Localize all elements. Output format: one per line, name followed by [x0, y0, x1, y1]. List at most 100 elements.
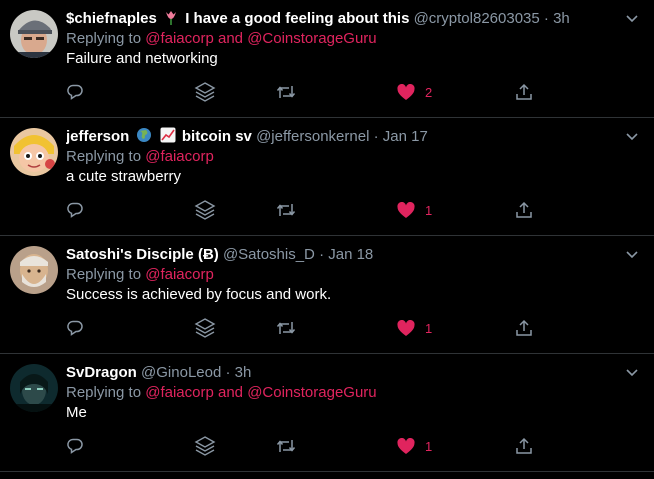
retweet-button[interactable]: [276, 316, 296, 340]
tweet-text: Failure and networking: [66, 50, 218, 67]
tweet-actions: 1: [0, 434, 654, 458]
reply-button[interactable]: [66, 80, 84, 104]
share-icon: [515, 319, 533, 337]
chevron-down-icon[interactable]: [624, 246, 640, 262]
heart-icon: [397, 437, 415, 455]
separator-dot: ·: [319, 246, 325, 263]
share-button[interactable]: [515, 80, 533, 104]
and-text: and: [217, 384, 244, 401]
stack-button[interactable]: [194, 316, 216, 340]
timestamp[interactable]: 3h: [553, 10, 570, 27]
layers-icon: [194, 81, 216, 103]
avatar[interactable]: [10, 128, 58, 176]
retweet-button[interactable]: [276, 198, 296, 222]
stack-button[interactable]: [194, 434, 216, 458]
and-text: and: [217, 30, 244, 47]
like-button[interactable]: 1: [397, 316, 432, 340]
avatar[interactable]: [10, 364, 58, 412]
display-name[interactable]: $chiefnaples: [66, 10, 157, 27]
mention-link[interactable]: @CoinstorageGuru: [247, 384, 376, 401]
stack-button[interactable]: [194, 198, 216, 222]
tweet-header: $chiefnaples I have a good feeling about…: [66, 9, 614, 29]
reply-button[interactable]: [66, 434, 84, 458]
retweet-button[interactable]: [276, 434, 296, 458]
avatar[interactable]: [10, 246, 58, 294]
chart-up-emoji: [160, 127, 176, 143]
share-button[interactable]: [515, 434, 533, 458]
replying-prefix: Replying to: [66, 30, 142, 47]
share-icon: [515, 437, 533, 455]
display-name-suffix[interactable]: bitcoin sv: [182, 128, 252, 145]
user-handle[interactable]: @jeffersonkernel: [256, 128, 369, 145]
reply-button[interactable]: [66, 316, 84, 340]
tweet-actions: 1: [0, 316, 654, 340]
timestamp[interactable]: Jan 18: [328, 246, 373, 263]
tweet-text: a cute strawberry: [66, 168, 182, 185]
replying-prefix: Replying to: [66, 266, 142, 283]
retweet-icon: [276, 437, 296, 455]
reply-icon: [66, 319, 84, 337]
like-count: 1: [425, 438, 433, 454]
tweet[interactable]: SvDragon @GinoLeod · 3h Replying to @fai…: [0, 354, 654, 472]
share-icon: [515, 83, 533, 101]
tulip-emoji: [163, 9, 179, 25]
user-handle[interactable]: @GinoLeod: [141, 364, 221, 381]
tweet-text: Success is achieved by focus and work.: [66, 286, 332, 303]
tweet-actions: 2: [0, 80, 654, 104]
tweet[interactable]: $chiefnaples I have a good feeling about…: [0, 0, 654, 118]
like-count: 2: [425, 84, 433, 100]
display-name-suffix[interactable]: I have a good feeling about this: [185, 10, 409, 27]
separator-dot: ·: [543, 10, 549, 27]
mention-link[interactable]: @faiacorp: [145, 30, 214, 47]
retweet-icon: [276, 201, 296, 219]
stack-button[interactable]: [194, 80, 216, 104]
display-name[interactable]: Satoshi's Disciple (Ƀ): [66, 246, 219, 263]
heart-icon: [397, 201, 415, 219]
separator-dot: ·: [225, 364, 231, 381]
like-count: 1: [425, 202, 433, 218]
replying-to: Replying to @faiacorp: [66, 265, 214, 285]
timestamp[interactable]: 3h: [235, 364, 252, 381]
globe-emoji: [136, 127, 152, 143]
tweet-header: SvDragon @GinoLeod · 3h: [66, 363, 614, 383]
like-button[interactable]: 2: [397, 80, 432, 104]
tweet[interactable]: jefferson bitcoin sv @jeffersonkernel · …: [0, 118, 654, 236]
avatar[interactable]: [10, 10, 58, 58]
tweet-text: Me: [66, 404, 87, 421]
reply-icon: [66, 83, 84, 101]
user-handle[interactable]: @Satoshis_D: [223, 246, 315, 263]
tweet-feed: $chiefnaples I have a good feeling about…: [0, 0, 654, 479]
share-icon: [515, 201, 533, 219]
share-button[interactable]: [515, 316, 533, 340]
chevron-down-icon[interactable]: [624, 10, 640, 26]
tweet-header: Satoshi's Disciple (Ƀ) @Satoshis_D · Jan…: [66, 245, 614, 265]
layers-icon: [194, 435, 216, 457]
display-name[interactable]: jefferson: [66, 128, 129, 145]
retweet-button[interactable]: [276, 80, 296, 104]
share-button[interactable]: [515, 198, 533, 222]
replying-to: Replying to @faiacorp and @CoinstorageGu…: [66, 29, 377, 49]
replying-to: Replying to @faiacorp and @CoinstorageGu…: [66, 383, 377, 403]
reply-button[interactable]: [66, 198, 84, 222]
replying-to: Replying to @faiacorp: [66, 147, 214, 167]
mention-link[interactable]: @faiacorp: [145, 384, 214, 401]
mention-link[interactable]: @faiacorp: [145, 148, 214, 165]
like-button[interactable]: 1: [397, 198, 432, 222]
timestamp[interactable]: Jan 17: [383, 128, 428, 145]
mention-link[interactable]: @faiacorp: [145, 266, 214, 283]
reply-icon: [66, 437, 84, 455]
tweet[interactable]: Satoshi's Disciple (Ƀ) @Satoshis_D · Jan…: [0, 236, 654, 354]
separator-dot: ·: [373, 128, 379, 145]
chevron-down-icon[interactable]: [624, 128, 640, 144]
heart-icon: [397, 319, 415, 337]
replying-prefix: Replying to: [66, 148, 142, 165]
mention-link[interactable]: @CoinstorageGuru: [247, 30, 376, 47]
reply-icon: [66, 201, 84, 219]
chevron-down-icon[interactable]: [624, 364, 640, 380]
display-name[interactable]: SvDragon: [66, 364, 137, 381]
tweet-actions: 1: [0, 198, 654, 222]
user-handle[interactable]: @cryptol82603035: [414, 10, 540, 27]
like-count: 1: [425, 320, 433, 336]
like-button[interactable]: 1: [397, 434, 432, 458]
layers-icon: [194, 199, 216, 221]
